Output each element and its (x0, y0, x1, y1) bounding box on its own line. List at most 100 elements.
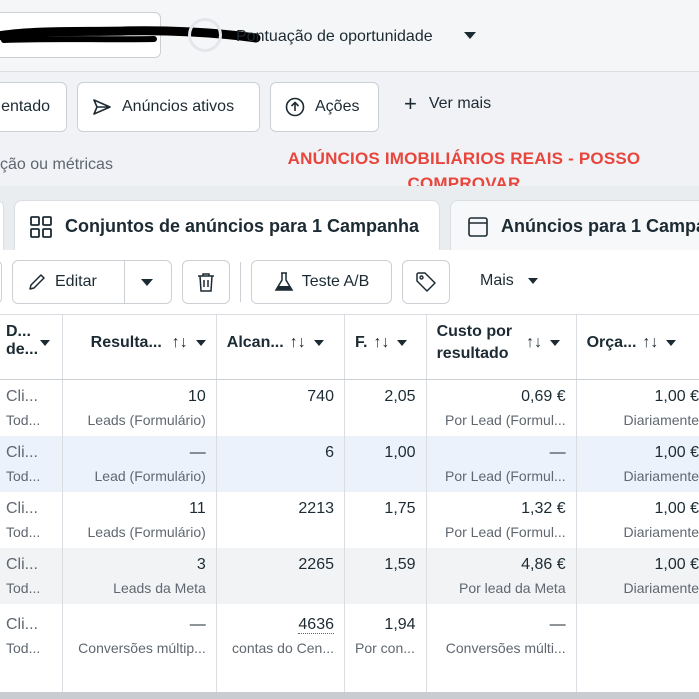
cell-subtext: Diariamente (623, 523, 699, 540)
cell-value: 1,00 € (654, 443, 699, 461)
tab-label: Conjuntos de anúncios para 1 Campanha (65, 216, 420, 236)
ad-sets-table: D... de... Resulta... ↑↓ Alcan... ↑↓ F. … (0, 314, 699, 696)
frequency-cell: 1,75 (344, 491, 427, 548)
header-label: resultado (436, 345, 509, 362)
budget-cell[interactable]: 1,00 € Diariamente (576, 380, 699, 436)
cell-value: — (189, 443, 206, 461)
cell-subtext: contas do Cen... (232, 639, 334, 656)
table-header-row: D... de... Resulta... ↑↓ Alcan... ↑↓ F. … (0, 314, 699, 380)
frequency-cell: 1,59 (344, 547, 427, 604)
ad-window-icon (467, 216, 489, 238)
see-more-button[interactable]: + Ver mais (404, 93, 491, 115)
chevron-down-icon (550, 340, 561, 346)
cell-value: 10 (187, 388, 206, 405)
tab-campaigns[interactable] (0, 200, 4, 252)
tab-ad-sets[interactable]: Conjuntos de anúncios para 1 Campanha (14, 200, 440, 252)
opportunity-score-label[interactable]: Pontuação de oportunidade (236, 28, 433, 46)
trash-icon (196, 271, 216, 293)
cell-value: 2265 (298, 555, 334, 573)
budget-cell[interactable]: 1,00 € Diariamente (576, 547, 699, 604)
filter-chip-actions[interactable]: Ações (270, 82, 379, 132)
header-label: F. (354, 334, 368, 351)
budget-cell[interactable]: 1,00 € Diariamente (576, 492, 699, 548)
cell-value: 1,94 (384, 615, 416, 633)
header-label: Alcan... (226, 334, 284, 351)
chevron-down-icon (397, 340, 408, 346)
opportunity-score-gauge (188, 18, 222, 52)
cell-subtext: Lead (Formulário) (94, 467, 206, 484)
filter-chip-label: Anúncios ativos (122, 98, 235, 115)
cell-value: — (189, 615, 206, 633)
chevron-down-icon (527, 278, 538, 284)
filter-chip-label: entado (1, 98, 50, 115)
cell-value: Cli... (6, 499, 38, 517)
cell-value: 1,59 (384, 555, 416, 573)
cell-value[interactable]: 4636 (298, 615, 334, 634)
table-row[interactable]: Cli... Tod... 10 Leads (Formulário) 740 2,… (0, 379, 699, 436)
filter-chip-label: Ações (315, 98, 360, 115)
delete-button[interactable] (182, 260, 230, 304)
cost-cell: 1,32 € Por Lead (Formul... (426, 491, 577, 548)
column-header-frequency[interactable]: F. ↑↓ (344, 314, 427, 380)
cell-value: 1,00 € (654, 555, 699, 573)
edit-button[interactable]: Editar (12, 260, 172, 304)
delivery-cell: Cli... Tod... (0, 491, 63, 548)
filter-chip-orcamento[interactable]: entado (0, 82, 67, 132)
metrics-search-input[interactable]: ção ou métricas (0, 156, 113, 174)
cell-subtext: Diariamente (623, 579, 699, 596)
budget-cell[interactable]: 1,00 € Diariamente (576, 435, 699, 492)
reach-cell: 4636 contas do Cen... (216, 603, 345, 696)
cell-value: 2,05 (384, 388, 416, 405)
reach-cell: 6 (216, 435, 345, 492)
flask-icon (274, 271, 294, 293)
header-label: Orça... (586, 334, 637, 351)
filter-chip-active-ads[interactable]: Anúncios ativos (77, 82, 260, 132)
results-cell: — Lead (Formulário) (62, 435, 217, 492)
cell-value: — (549, 443, 566, 461)
table-row[interactable]: Cli... Tod... 11 Leads (Formulário) 2213 1… (0, 491, 699, 548)
cell-value: 740 (307, 388, 334, 405)
reach-cell: 2213 (216, 491, 345, 548)
cell-subtext: Por Lead (Formul... (445, 412, 566, 428)
ab-test-button[interactable]: Teste A/B (251, 260, 392, 304)
column-header-results[interactable]: Resulta... ↑↓ (62, 314, 217, 380)
pencil-icon (27, 272, 47, 292)
header-label: Custo por (436, 323, 513, 340)
column-header-reach[interactable]: Alcan... ↑↓ (216, 314, 345, 380)
send-icon (92, 98, 112, 116)
header-label: de... (6, 341, 39, 358)
column-header-delivery[interactable]: D... de... (0, 314, 63, 380)
cell-value: Cli... (6, 615, 38, 633)
sort-icon: ↑↓ (642, 334, 659, 351)
frequency-cell: 1,94 Por con... (344, 603, 427, 696)
results-cell: 10 Leads (Formulário) (62, 379, 217, 436)
table-row[interactable]: Cli... Tod... 3 Leads da Meta 2265 1,59 4,… (0, 547, 699, 604)
sort-icon: ↑↓ (373, 334, 390, 351)
cost-cell: 0,69 € Por Lead (Formul... (426, 379, 577, 436)
chevron-down-icon[interactable] (141, 279, 153, 286)
chevron-down-icon[interactable] (464, 32, 476, 39)
column-header-cost-per-result[interactable]: Custo por resultado ↑↓ (426, 314, 577, 380)
delivery-cell: Cli... Tod... (0, 379, 63, 436)
results-cell: — Conversões múltip... (62, 603, 217, 696)
cell-value: — (549, 615, 566, 633)
table-summary-row: Cli... Tod... — Conversões múltip... 4636 c… (0, 603, 699, 696)
chevron-down-icon (313, 340, 324, 346)
cell-subtext: Por Lead (Formul... (445, 523, 566, 540)
horizontal-scrollbar[interactable] (0, 692, 699, 699)
cost-cell: — Por Lead (Formul... (426, 435, 577, 492)
tab-ads[interactable]: Anúncios para 1 Campanha (450, 200, 699, 252)
cell-value: 1,00 € (654, 388, 699, 405)
column-header-budget[interactable]: Orça... ↑↓ (576, 314, 699, 380)
cell-subtext: Leads (Formulário) (87, 412, 206, 428)
cell-subtext: Tod... (6, 467, 41, 484)
tag-button[interactable] (402, 260, 450, 304)
redaction-scribble (0, 26, 261, 43)
header-label: Resulta... (90, 334, 162, 351)
cell-subtext: Tod... (6, 579, 41, 596)
more-actions-button[interactable]: Mais (480, 272, 538, 290)
table-row[interactable]: Cli... Tod... — Lead (Formulário) 6 1,00 —… (0, 435, 699, 492)
arrow-up-circle-icon (285, 97, 305, 117)
create-button[interactable] (0, 260, 2, 304)
grid-icon (29, 215, 53, 239)
